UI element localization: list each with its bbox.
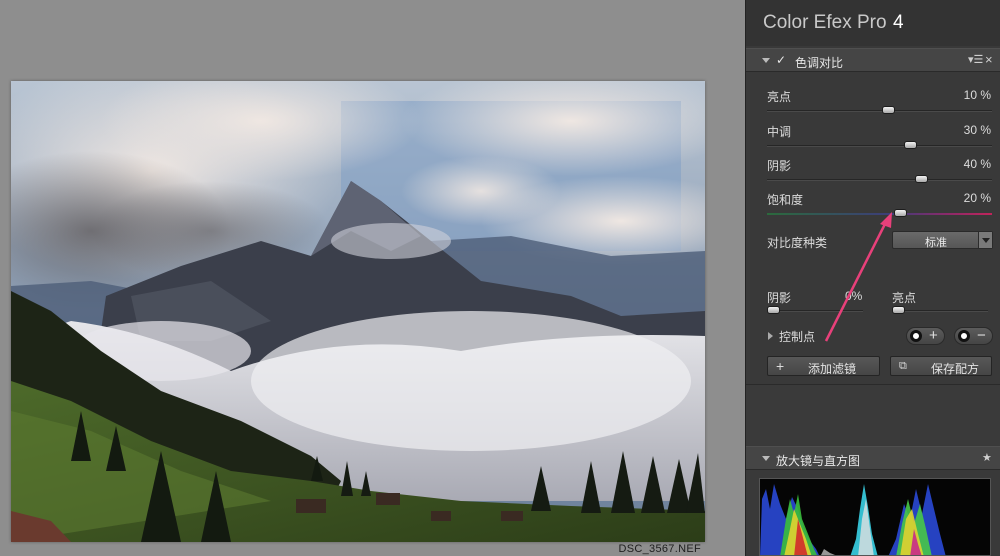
control-point-icon	[958, 330, 970, 342]
contrast-type-select[interactable]: 标准	[892, 231, 993, 249]
save-recipe-button[interactable]: ⧉ 保存配方	[890, 356, 992, 376]
slider-label: 亮点	[767, 90, 792, 104]
panel-title-bar: Color Efex Pro 4	[746, 0, 1000, 46]
save-recipe-label: 保存配方	[931, 362, 980, 376]
slider-shadows[interactable]: 阴影 40 %	[746, 157, 1000, 187]
slider-knob[interactable]	[767, 306, 780, 314]
remove-control-point-button[interactable]: −	[954, 327, 993, 345]
minus-icon: −	[977, 327, 986, 344]
slider-knob[interactable]	[882, 106, 895, 114]
expand-triangle-icon[interactable]	[768, 332, 773, 340]
slider-track[interactable]	[892, 306, 988, 314]
filter-header[interactable]: ✓ 色调对比 ▾☰ ×	[746, 48, 1000, 72]
collapse-triangle-icon[interactable]	[762, 58, 770, 63]
slider-track[interactable]	[767, 106, 992, 114]
mini-slider-shadows[interactable]: 阴影 0%	[767, 289, 879, 319]
landscape-photo	[11, 81, 705, 542]
filter-enable-checkbox[interactable]: ✓	[776, 54, 789, 67]
slider-label: 阴影	[767, 159, 792, 173]
slider-value[interactable]: 10 %	[964, 88, 991, 102]
chevron-down-icon[interactable]	[978, 232, 992, 248]
loupe-header[interactable]: 放大镜与直方图 ★	[746, 446, 1000, 470]
slider-label: 亮点	[892, 291, 917, 305]
app-name: Color Efex Pro	[763, 12, 887, 33]
slider-saturation[interactable]: 饱和度 20 %	[746, 191, 1000, 221]
add-filter-button[interactable]: + 添加滤镜	[767, 356, 880, 376]
slider-knob[interactable]	[904, 141, 917, 149]
filter-panel: Color Efex Pro 4 ✓ 色调对比 ▾☰ × 亮点 10 % 中调 …	[745, 0, 1000, 556]
slider-highlights[interactable]: 亮点 10 %	[746, 88, 1000, 118]
slider-label: 饱和度	[767, 193, 804, 207]
slider-track[interactable]	[767, 306, 863, 314]
slider-value[interactable]: 30 %	[964, 123, 991, 137]
slider-value[interactable]: 0%	[845, 289, 862, 303]
slider-track[interactable]	[767, 175, 992, 183]
filter-close-icon[interactable]: ×	[985, 52, 993, 67]
panel-empty-area	[746, 385, 1000, 445]
saturation-track[interactable]	[767, 209, 992, 217]
filter-title: 色调对比	[795, 56, 844, 70]
preview-photo[interactable]	[11, 81, 705, 542]
slider-knob[interactable]	[892, 306, 905, 314]
slider-label: 阴影	[767, 291, 792, 305]
filter-menu-icon[interactable]: ▾☰	[968, 53, 983, 66]
histogram-graph	[760, 484, 946, 555]
app-version: 4	[893, 12, 904, 33]
control-point-icon	[910, 330, 922, 342]
slider-value[interactable]: 40 %	[964, 157, 991, 171]
plus-icon: +	[929, 327, 938, 344]
filename-label: DSC_3567.NEF	[618, 543, 701, 555]
mini-slider-highlights[interactable]: 亮点	[892, 289, 1000, 319]
control-points-label: 控制点	[779, 330, 816, 344]
contrast-type-value: 标准	[925, 237, 947, 249]
slider-knob[interactable]	[915, 175, 928, 183]
contrast-type-label: 对比度种类	[767, 236, 828, 250]
histogram	[759, 478, 991, 556]
slider-track[interactable]	[767, 141, 992, 149]
slider-label: 中调	[767, 125, 792, 139]
add-control-point-button[interactable]: +	[906, 327, 945, 345]
image-canvas[interactable]: DSC_3567.NEF	[0, 0, 745, 556]
slider-value[interactable]: 20 %	[964, 191, 991, 205]
pin-icon[interactable]: ★	[982, 451, 992, 464]
recipe-icon: ⧉	[899, 360, 907, 372]
control-points-row[interactable]: 控制点 + −	[746, 325, 1000, 347]
loupe-title: 放大镜与直方图	[776, 454, 861, 468]
plus-icon: +	[776, 358, 785, 374]
collapse-triangle-icon[interactable]	[762, 456, 770, 461]
add-filter-label: 添加滤镜	[808, 362, 857, 376]
slider-midtones[interactable]: 中调 30 %	[746, 123, 1000, 153]
slider-knob[interactable]	[894, 209, 907, 217]
